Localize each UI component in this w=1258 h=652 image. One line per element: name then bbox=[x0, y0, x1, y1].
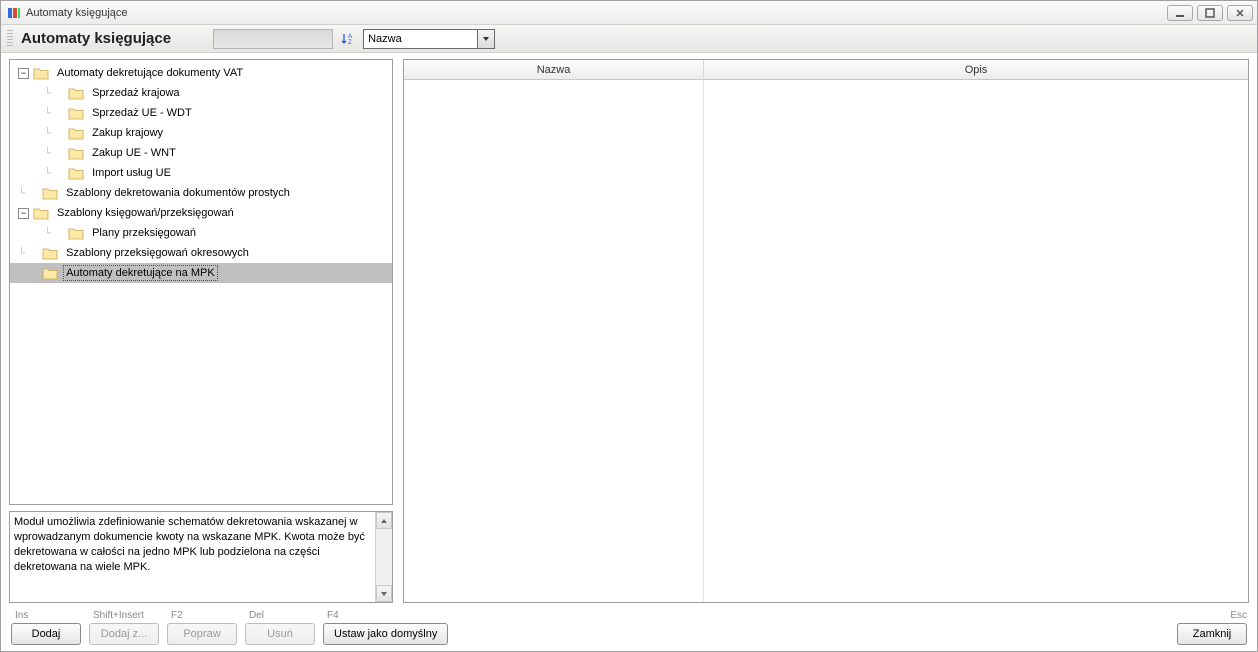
edit-button[interactable]: Popraw bbox=[167, 623, 237, 645]
app-icon bbox=[7, 6, 21, 20]
folder-icon bbox=[68, 87, 84, 100]
tree-expander-icon[interactable]: − bbox=[18, 68, 29, 79]
tree-item[interactable]: └ Plany przeksięgowań bbox=[10, 223, 392, 243]
chevron-down-icon[interactable] bbox=[477, 30, 494, 48]
tree-item-label: Automaty dekretujące na MPK bbox=[63, 265, 218, 281]
tree-item[interactable]: └ Sprzedaż krajowa bbox=[10, 83, 392, 103]
description-text: Moduł umożliwia zdefiniowanie schematów … bbox=[10, 512, 375, 602]
footer: Ins Dodaj Shift+Insert Dodaj z... F2 Pop… bbox=[1, 607, 1257, 651]
folder-icon bbox=[42, 247, 58, 260]
tree-connector: └ bbox=[44, 148, 51, 159]
minimize-button[interactable] bbox=[1167, 5, 1193, 21]
tree-item[interactable]: − Automaty dekretujące dokumenty VAT bbox=[10, 63, 392, 83]
tree-connector: └ bbox=[44, 128, 51, 139]
tree-item[interactable]: − Szablony księgowań/przeksięgowań bbox=[10, 203, 392, 223]
folder-icon bbox=[42, 187, 58, 200]
maximize-button[interactable] bbox=[1197, 5, 1223, 21]
tree-connector: └ bbox=[44, 228, 51, 239]
grid-header: Nazwa Opis bbox=[404, 60, 1248, 80]
tree-item-label: Sprzedaż krajowa bbox=[89, 85, 182, 101]
tree-connector: └ bbox=[44, 168, 51, 179]
tree-connector: └ bbox=[44, 88, 51, 99]
tree-item[interactable]: └ Szablony przeksięgowań okresowych bbox=[10, 243, 392, 263]
tree-item[interactable]: └ Szablony dekretowania dokumentów prosty… bbox=[10, 183, 392, 203]
tree-item-label: Szablony dekretowania dokumentów prostyc… bbox=[63, 185, 293, 201]
grid-body[interactable] bbox=[404, 80, 1248, 602]
tree-item-label: Plany przeksięgowań bbox=[89, 225, 199, 241]
scrollbar[interactable] bbox=[375, 512, 392, 602]
tree-connector: └ bbox=[18, 268, 25, 279]
sort-icon[interactable]: AZ bbox=[339, 30, 357, 48]
grid-panel: Nazwa Opis bbox=[403, 59, 1249, 603]
sort-field-value: Nazwa bbox=[368, 33, 402, 45]
scroll-up-icon[interactable] bbox=[376, 512, 392, 529]
tree-item[interactable]: └ Zakup krajowy bbox=[10, 123, 392, 143]
tree-connector: └ bbox=[44, 108, 51, 119]
folder-icon bbox=[68, 227, 84, 240]
tree-item-label: Szablony przeksięgowań okresowych bbox=[63, 245, 252, 261]
add-button[interactable]: Dodaj bbox=[11, 623, 81, 645]
folder-icon bbox=[33, 207, 49, 220]
close-button[interactable] bbox=[1227, 5, 1253, 21]
tree-item-label: Import usług UE bbox=[89, 165, 174, 181]
description-panel: Moduł umożliwia zdefiniowanie schematów … bbox=[9, 511, 393, 603]
tree-item-label: Zakup krajowy bbox=[89, 125, 166, 141]
tree-expander-icon[interactable]: − bbox=[18, 208, 29, 219]
hint-esc: Esc bbox=[1226, 610, 1247, 621]
folder-icon bbox=[68, 147, 84, 160]
tree-item-label: Zakup UE - WNT bbox=[89, 145, 179, 161]
titlebar: Automaty księgujące bbox=[1, 1, 1257, 25]
tree-panel[interactable]: −Automaty dekretujące dokumenty VAT└Sprz… bbox=[9, 59, 393, 505]
folder-icon bbox=[68, 167, 84, 180]
window-title: Automaty księgujące bbox=[26, 7, 1167, 19]
folder-icon bbox=[33, 67, 49, 80]
hint-f2: F2 bbox=[167, 610, 183, 621]
tree-connector: └ bbox=[18, 188, 25, 199]
add-from-button[interactable]: Dodaj z... bbox=[89, 623, 159, 645]
close-dialog-button[interactable]: Zamknij bbox=[1177, 623, 1247, 645]
toolbar: Automaty księgujące AZ Nazwa bbox=[1, 25, 1257, 53]
sort-field-combo[interactable]: Nazwa bbox=[363, 29, 495, 49]
main-area: −Automaty dekretujące dokumenty VAT└Sprz… bbox=[1, 53, 1257, 607]
scroll-down-icon[interactable] bbox=[376, 585, 392, 602]
scroll-track[interactable] bbox=[376, 529, 392, 585]
tree-item-label: Automaty dekretujące dokumenty VAT bbox=[54, 65, 246, 81]
set-default-button[interactable]: Ustaw jako domyślny bbox=[323, 623, 448, 645]
column-header-nazwa[interactable]: Nazwa bbox=[404, 60, 704, 79]
tree-item[interactable]: └ Zakup UE - WNT bbox=[10, 143, 392, 163]
tree-item[interactable]: └ Import usług UE bbox=[10, 163, 392, 183]
tree-item-label: Szablony księgowań/przeksięgowań bbox=[54, 205, 237, 221]
tree-item[interactable]: └ Automaty dekretujące na MPK bbox=[10, 263, 392, 283]
hint-f4: F4 bbox=[323, 610, 339, 621]
folder-icon bbox=[68, 107, 84, 120]
hint-ins: Ins bbox=[11, 610, 28, 621]
folder-icon bbox=[42, 267, 58, 280]
tree-item-label: Sprzedaż UE - WDT bbox=[89, 105, 195, 121]
hint-del: Del bbox=[245, 610, 264, 621]
tree-connector: └ bbox=[18, 248, 25, 259]
svg-text:Z: Z bbox=[348, 40, 352, 46]
column-header-opis[interactable]: Opis bbox=[704, 60, 1248, 79]
toolbar-grip bbox=[7, 30, 13, 48]
page-heading: Automaty księgujące bbox=[21, 30, 171, 47]
filter-input[interactable] bbox=[213, 29, 333, 49]
tree-item[interactable]: └ Sprzedaż UE - WDT bbox=[10, 103, 392, 123]
folder-icon bbox=[68, 127, 84, 140]
hint-shift-insert: Shift+Insert bbox=[89, 610, 144, 621]
delete-button[interactable]: Usuń bbox=[245, 623, 315, 645]
